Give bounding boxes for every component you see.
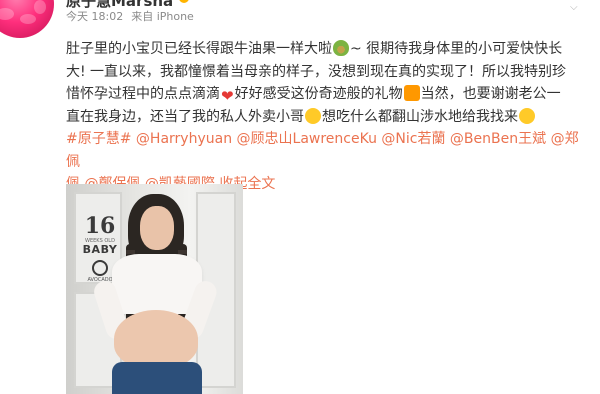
post-source[interactable]: 来自 iPhone xyxy=(131,10,194,23)
post-header: 原子慧Marsha 今天 18:02 来自 iPhone ⌵ xyxy=(66,0,586,34)
smiling-face-emoji-icon xyxy=(519,107,535,124)
gift-emoji-icon xyxy=(403,85,420,101)
belly xyxy=(114,310,198,368)
mention-link[interactable]: @Nic若蘭 xyxy=(381,131,445,147)
woman-face xyxy=(140,206,174,250)
mention-link[interactable]: @Harryhyuan xyxy=(136,131,232,147)
hashtag-link[interactable]: #原子慧# xyxy=(66,131,131,147)
username[interactable]: 原子慧Marsha xyxy=(66,0,173,8)
post-text: 直在我身边，还当了我的私人外卖小哥 xyxy=(66,108,304,125)
mention-link[interactable]: @BenBen王斌 xyxy=(450,131,546,147)
post-meta: 今天 18:02 来自 iPhone xyxy=(66,8,202,24)
heart-emoji-icon: ❤ xyxy=(221,87,234,105)
vip-badge-icon xyxy=(179,0,190,3)
drooling-face-emoji-icon xyxy=(305,107,321,124)
post-text: ~ 很期待我身体里的小可爱快快长 xyxy=(350,41,563,57)
post-text: 惜怀孕过程中的点点滴滴 xyxy=(66,86,220,102)
jeans xyxy=(112,362,202,394)
post-photo[interactable]: 16 WEEKS OLD BABY AVOCADO xyxy=(66,184,243,394)
post-text: 想吃什么都翻山涉水地给我找来 xyxy=(322,108,518,125)
avocado-logo-icon xyxy=(92,260,108,276)
badge-word: BABY xyxy=(82,243,118,256)
post-text: 好好感受这份奇迹般的礼物 xyxy=(234,86,403,102)
post-text: 肚子里的小宝贝已经长得跟牛油果一样大啦 xyxy=(66,41,332,57)
post-text: 当然，也要谢谢老公一 xyxy=(420,86,561,102)
chevron-down-icon[interactable]: ⌵ xyxy=(570,2,580,13)
badge-number: 16 xyxy=(84,213,116,239)
post-body: 肚子里的小宝贝已经长得跟牛油果一样大啦 ~ 很期待我身体里的小可爱快快长 大! 一… xyxy=(66,38,588,196)
mention-link[interactable]: @顾忠山LawrenceKu xyxy=(237,131,377,147)
username-row: 原子慧Marsha xyxy=(66,0,190,8)
post-time[interactable]: 今天 18:02 xyxy=(66,10,123,23)
avatar[interactable] xyxy=(0,0,54,38)
avocado-emoji-icon xyxy=(333,40,349,56)
post-text: 大! 一直以来，我都憧憬着当母亲的样子，没想到现在真的实现了！所以我特别珍 xyxy=(66,63,567,80)
